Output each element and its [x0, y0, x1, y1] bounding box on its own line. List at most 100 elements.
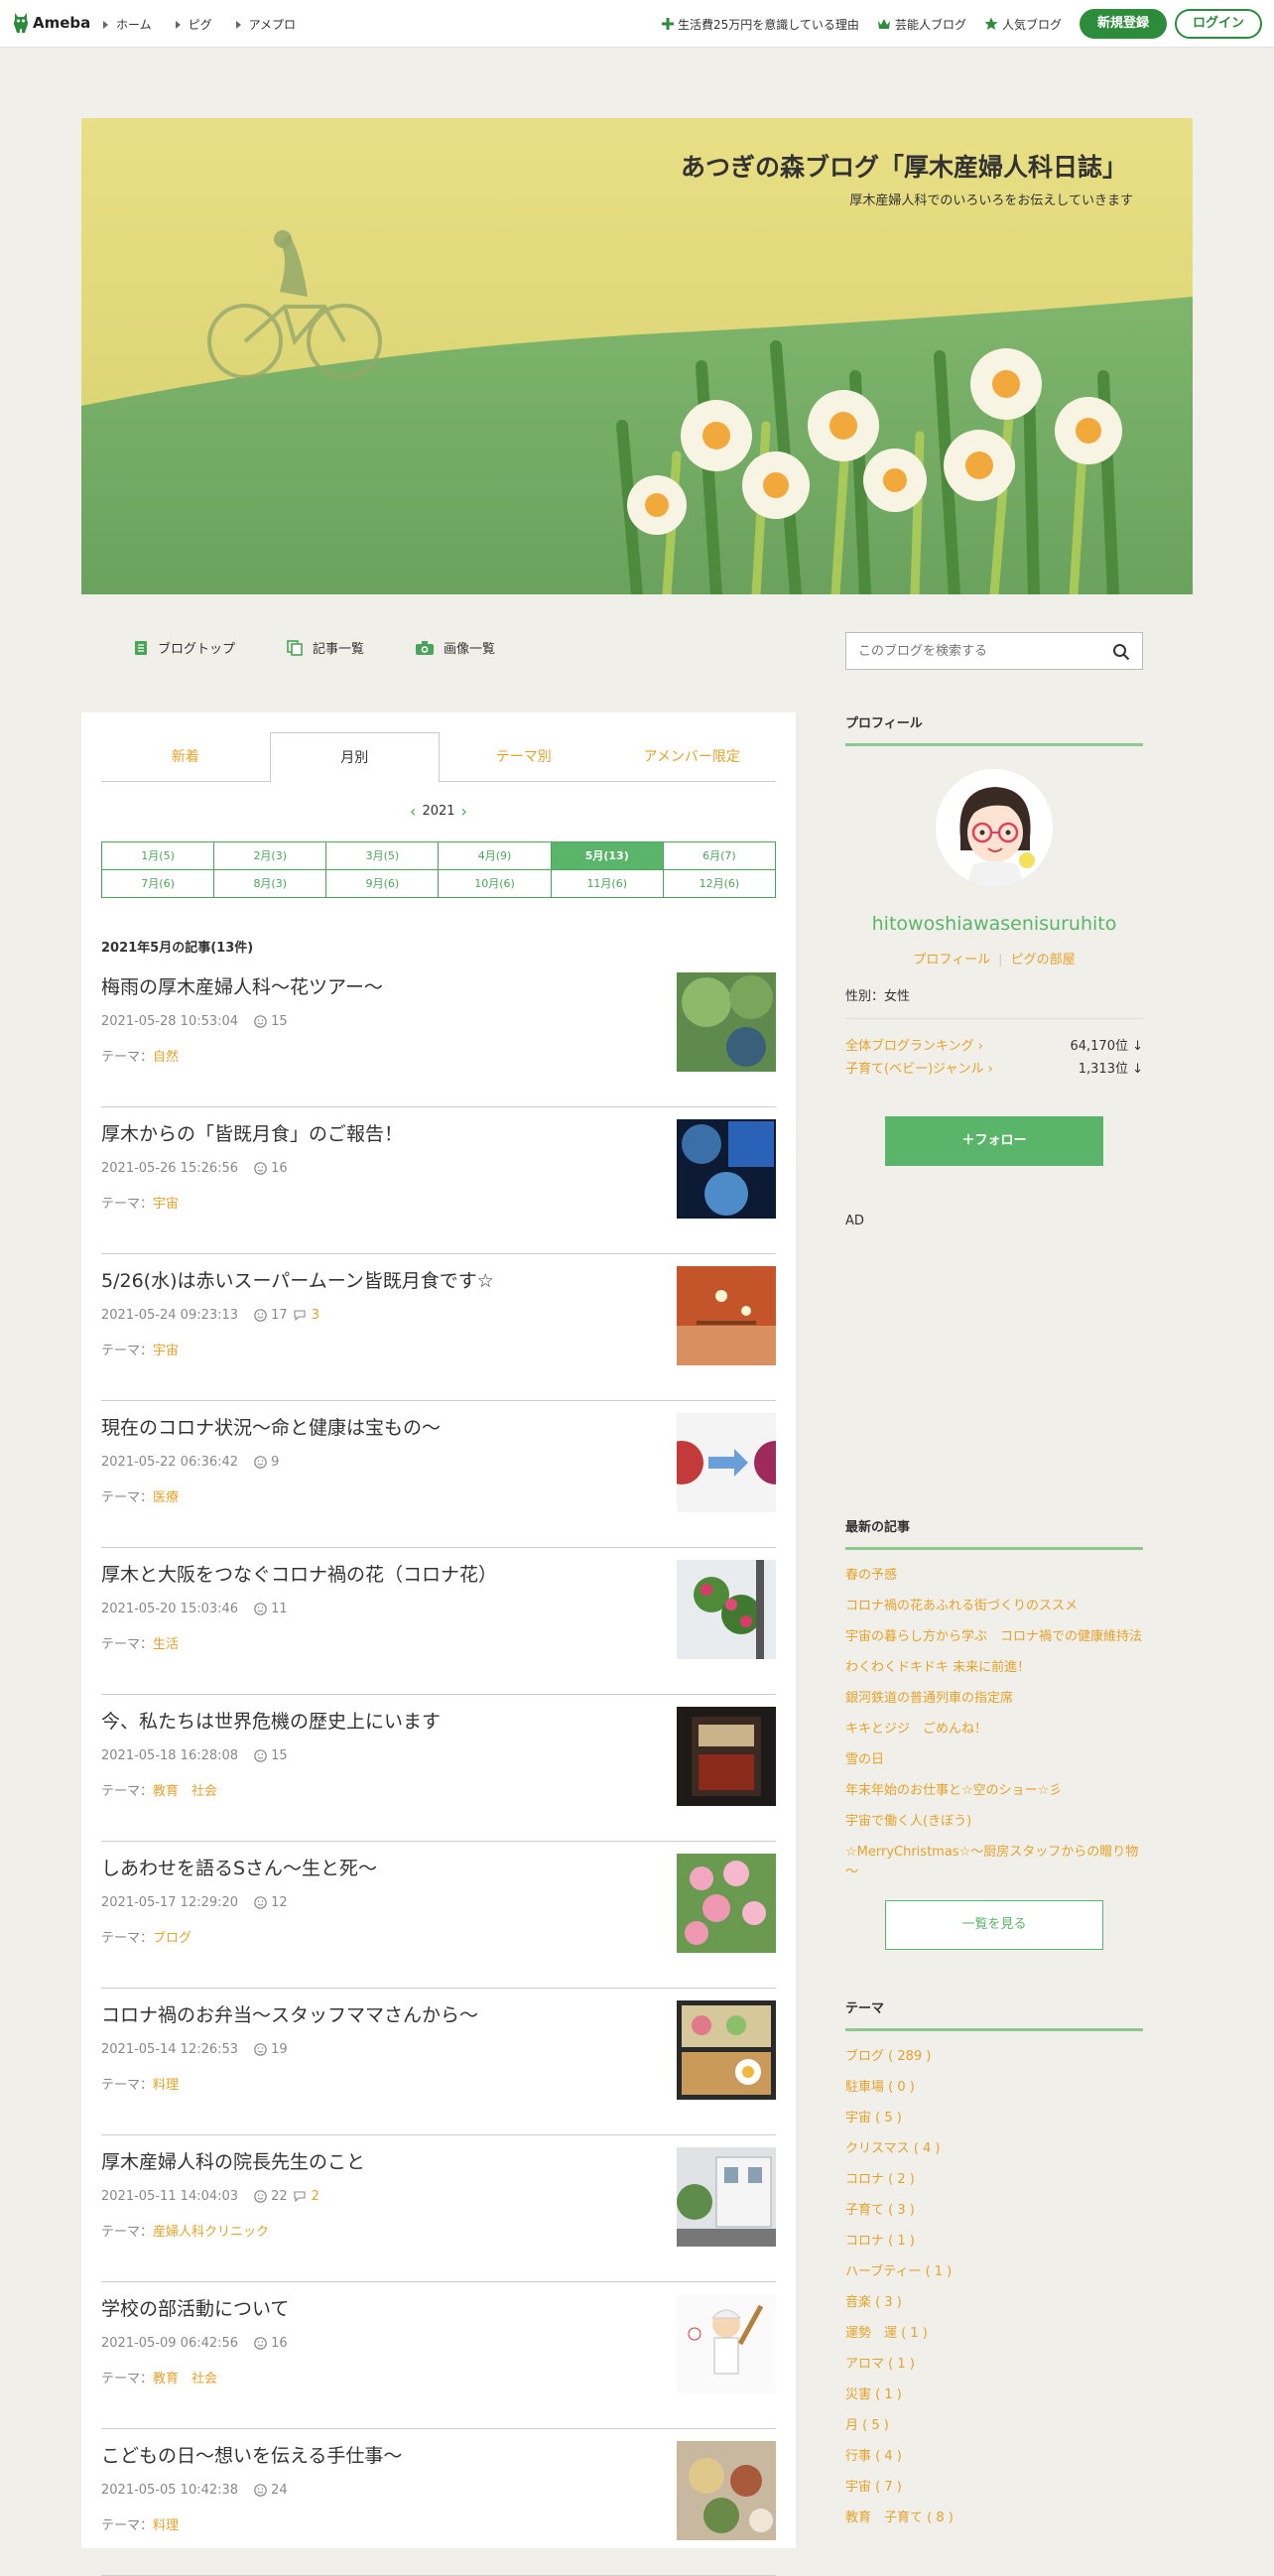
entry-thumbnail[interactable] — [677, 1707, 776, 1806]
ranking-label[interactable]: 子育て(ベビー)ジャンル › — [845, 1058, 993, 1077]
latest-entry-link[interactable]: 春の予感 — [845, 1566, 1143, 1586]
theme-link[interactable]: 行事 ( 4 ) — [845, 2447, 1143, 2467]
entry-thumbnail[interactable] — [677, 1119, 776, 1219]
blog-header-banner[interactable]: あつぎの森ブログ「厚木産婦人科日誌」 厚木産婦人科でのいろいろをお伝えしていきま… — [81, 118, 1193, 594]
entry-title[interactable]: 今、私たちは世界危機の歴史上にいます — [101, 1707, 657, 1734]
latest-entry-link[interactable]: コロナ禍の花あふれる街づくりのススメ — [845, 1597, 1143, 1616]
entry-theme-link[interactable]: 料理 — [153, 2518, 179, 2533]
like-count[interactable]: 16 — [254, 2336, 288, 2351]
tab-latest[interactable]: 新着 — [101, 732, 270, 781]
month-cell[interactable]: 9月(6) — [326, 870, 440, 898]
subnav-blog-top[interactable]: ブログトップ — [134, 638, 235, 657]
theme-link[interactable]: コロナ ( 2 ) — [845, 2170, 1143, 2190]
nav-amepro[interactable]: アメプロ — [235, 16, 296, 33]
like-count[interactable]: 19 — [254, 2042, 288, 2057]
promo-link[interactable]: 生活費25万円を意識している理由 — [662, 16, 859, 33]
entry-title[interactable]: 学校の部活動について — [101, 2294, 657, 2321]
theme-link[interactable]: 音楽 ( 3 ) — [845, 2293, 1143, 2313]
theme-link[interactable]: コロナ ( 1 ) — [845, 2232, 1143, 2252]
avatar[interactable] — [935, 768, 1054, 887]
entry-theme-link[interactable]: 宇宙 — [153, 1344, 179, 1358]
comment-count[interactable]: 3 — [294, 1308, 319, 1323]
subnav-image-list[interactable]: 画像一覧 — [416, 638, 495, 657]
view-all-button[interactable]: 一覧を見る — [885, 1900, 1103, 1950]
like-count[interactable]: 24 — [254, 2483, 288, 2498]
blog-search-input[interactable] — [846, 633, 1084, 669]
latest-entry-link[interactable]: 銀河鉄道の普通列車の指定席 — [845, 1689, 1143, 1709]
theme-link[interactable]: ハーブティー ( 1 ) — [845, 2262, 1143, 2282]
entry-title[interactable]: 現在のコロナ状況～命と健康は宝もの～ — [101, 1413, 657, 1440]
nav-pig[interactable]: ピグ — [175, 16, 212, 33]
entry-theme-link[interactable]: 宇宙 — [153, 1197, 179, 1212]
subnav-entry-list[interactable]: 記事一覧 — [287, 638, 364, 657]
follow-button[interactable]: ＋フォロー — [885, 1116, 1103, 1166]
theme-link[interactable]: 駐車場 ( 0 ) — [845, 2078, 1143, 2098]
month-cell[interactable]: 1月(5) — [102, 842, 215, 870]
pig-room-link[interactable]: ピグの部屋 — [1011, 953, 1076, 967]
entry-thumbnail[interactable] — [677, 1560, 776, 1659]
login-button[interactable]: ログイン — [1174, 9, 1262, 39]
entry-title[interactable]: 厚木と大阪をつなぐコロナ禍の花（コロナ花） — [101, 1560, 657, 1587]
entry-thumbnail[interactable] — [677, 972, 776, 1072]
theme-link[interactable]: アロマ ( 1 ) — [845, 2355, 1143, 2375]
entry-title[interactable]: 厚木からの「皆既月食」のご報告！ — [101, 1119, 657, 1146]
latest-entry-link[interactable]: 雪の日 — [845, 1750, 1143, 1770]
tab-monthly[interactable]: 月別 — [269, 732, 440, 783]
entry-theme-link[interactable]: 生活 — [153, 1637, 179, 1652]
entry-thumbnail[interactable] — [677, 1854, 776, 1953]
month-cell[interactable]: 2月(3) — [214, 842, 327, 870]
theme-link[interactable]: 月 ( 5 ) — [845, 2416, 1143, 2436]
month-cell[interactable]: 10月(6) — [439, 870, 552, 898]
entry-title[interactable]: 厚木産婦人科の院長先生のこと — [101, 2147, 657, 2174]
theme-link[interactable]: 教育 子育て ( 8 ) — [845, 2509, 1143, 2528]
latest-entry-link[interactable]: 年末年始のお仕事と☆空のショー☆彡 — [845, 1781, 1143, 1801]
entry-title[interactable]: しあわせを語るSさん～生と死～ — [101, 1854, 657, 1880]
entry-title[interactable]: コロナ禍のお弁当～スタッフママさんから～ — [101, 2000, 657, 2027]
comment-count[interactable]: 2 — [294, 2189, 319, 2204]
entry-thumbnail[interactable] — [677, 2441, 776, 2540]
like-count[interactable]: 15 — [254, 1014, 288, 1029]
popular-blog-link[interactable]: 人気ブログ — [984, 16, 1062, 33]
entry-theme-link[interactable]: 産婦人科クリニック — [153, 2225, 269, 2240]
month-cell[interactable]: 8月(3) — [214, 870, 327, 898]
month-cell[interactable]: 4月(9) — [439, 842, 552, 870]
theme-link[interactable]: 宇宙 ( 5 ) — [845, 2109, 1143, 2128]
month-cell[interactable]: 6月(7) — [663, 842, 776, 870]
entry-thumbnail[interactable] — [677, 2294, 776, 2393]
latest-entry-link[interactable]: 宇宙の暮らし方から学ぶ コロナ禍での健康維持法 — [845, 1627, 1143, 1647]
signup-button[interactable]: 新規登録 — [1079, 9, 1167, 39]
theme-link[interactable]: 運勢 運 ( 1 ) — [845, 2324, 1143, 2344]
nav-home[interactable]: ホーム — [103, 16, 152, 33]
theme-link[interactable]: 災害 ( 1 ) — [845, 2385, 1143, 2405]
chevron-left-icon[interactable]: ‹ — [410, 802, 416, 821]
theme-link[interactable]: ブログ ( 289 ) — [845, 2047, 1143, 2067]
entry-thumbnail[interactable] — [677, 2000, 776, 2100]
latest-entry-link[interactable]: わくわくドキドキ 未来に前進！ — [845, 1658, 1143, 1678]
latest-entry-link[interactable]: キキとジジ ごめんね！ — [845, 1720, 1143, 1739]
month-cell-active[interactable]: 5月(13) — [551, 842, 664, 870]
tab-amember[interactable]: アメンバー限定 — [608, 732, 777, 781]
profile-link[interactable]: プロフィール — [913, 953, 990, 967]
entry-theme-link[interactable]: 自然 — [153, 1050, 179, 1065]
entry-thumbnail[interactable] — [677, 1413, 776, 1512]
like-count[interactable]: 17 — [254, 1308, 288, 1323]
entry-title[interactable]: 5/26(水)は赤いスーパームーン皆既月食です☆ — [101, 1266, 657, 1293]
entry-theme-link[interactable]: 医療 — [153, 1490, 179, 1505]
month-cell[interactable]: 11月(6) — [551, 870, 664, 898]
entry-title[interactable]: 梅雨の厚木産婦人科～花ツアー～ — [101, 972, 657, 999]
ranking-label[interactable]: 全体ブログランキング › — [845, 1035, 983, 1054]
like-count[interactable]: 9 — [254, 1455, 279, 1470]
latest-entry-link[interactable]: ☆MerryChristmas☆～厨房スタッフからの贈り物～ — [845, 1843, 1143, 1882]
chevron-right-icon[interactable]: › — [461, 802, 467, 821]
celebrity-blog-link[interactable]: 芸能人ブログ — [877, 16, 966, 33]
month-cell[interactable]: 7月(6) — [102, 870, 215, 898]
entry-thumbnail[interactable] — [677, 2147, 776, 2247]
month-cell[interactable]: 3月(5) — [326, 842, 440, 870]
search-icon[interactable] — [1112, 643, 1130, 661]
latest-entry-link[interactable]: 宇宙で働く人(きぼう) — [845, 1812, 1143, 1832]
entry-theme-link[interactable]: 教育 社会 — [153, 2372, 217, 2386]
like-count[interactable]: 16 — [254, 1161, 288, 1176]
month-cell[interactable]: 12月(6) — [663, 870, 776, 898]
like-count[interactable]: 12 — [254, 1895, 288, 1910]
tab-theme[interactable]: テーマ別 — [440, 732, 608, 781]
